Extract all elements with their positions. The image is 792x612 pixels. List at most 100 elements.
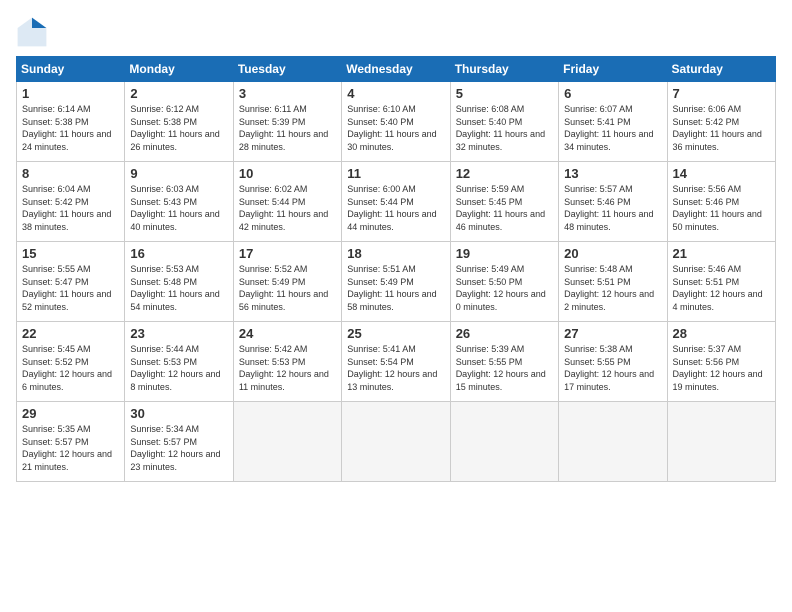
day-info: Sunrise: 6:04 AMSunset: 5:42 PMDaylight:… [22, 183, 119, 233]
calendar-week-1: 1 Sunrise: 6:14 AMSunset: 5:38 PMDaylight… [17, 82, 776, 162]
calendar-cell: 7Sunrise: 6:06 AMSunset: 5:42 PMDaylight… [667, 82, 775, 162]
day-number: 28 [673, 326, 770, 341]
weekday-header-sunday: Sunday [17, 57, 125, 82]
weekday-header-row: SundayMondayTuesdayWednesdayThursdayFrid… [17, 57, 776, 82]
day-number: 17 [239, 246, 336, 261]
day-info: Sunrise: 5:57 AMSunset: 5:46 PMDaylight:… [564, 183, 661, 233]
day-info: Sunrise: 5:39 AMSunset: 5:55 PMDaylight:… [456, 343, 553, 393]
day-number: 9 [130, 166, 227, 181]
calendar-week-4: 22 Sunrise: 5:45 AMSunset: 5:52 PMDayligh… [17, 322, 776, 402]
calendar-cell: 17 Sunrise: 5:52 AMSunset: 5:49 PMDayligh… [233, 242, 341, 322]
calendar-week-3: 15 Sunrise: 5:55 AMSunset: 5:47 PMDayligh… [17, 242, 776, 322]
calendar-cell: 9Sunrise: 6:03 AMSunset: 5:43 PMDaylight… [125, 162, 233, 242]
day-info: Sunrise: 5:56 AMSunset: 5:46 PMDaylight:… [673, 183, 770, 233]
calendar-cell: 22 Sunrise: 5:45 AMSunset: 5:52 PMDayligh… [17, 322, 125, 402]
calendar-cell: 6 Sunrise: 6:07 AMSunset: 5:41 PMDaylight… [559, 82, 667, 162]
day-number: 26 [456, 326, 553, 341]
day-number: 1 [22, 86, 119, 101]
calendar-cell [559, 402, 667, 482]
day-info: Sunrise: 5:45 AMSunset: 5:52 PMDaylight:… [22, 343, 119, 393]
day-info: Sunrise: 5:42 AMSunset: 5:53 PMDaylight:… [239, 343, 336, 393]
day-number: 6 [564, 86, 661, 101]
day-number: 5 [456, 86, 553, 101]
day-number: 29 [22, 406, 119, 421]
day-number: 20 [564, 246, 661, 261]
day-number: 11 [347, 166, 444, 181]
weekday-header-thursday: Thursday [450, 57, 558, 82]
day-number: 18 [347, 246, 444, 261]
calendar-cell: 29 Sunrise: 5:35 AMSunset: 5:57 PMDayligh… [17, 402, 125, 482]
day-info: Sunrise: 6:14 AMSunset: 5:38 PMDaylight:… [22, 103, 119, 153]
day-info: Sunrise: 5:52 AMSunset: 5:49 PMDaylight:… [239, 263, 336, 313]
calendar-cell: 19Sunrise: 5:49 AMSunset: 5:50 PMDayligh… [450, 242, 558, 322]
calendar-cell: 5 Sunrise: 6:08 AMSunset: 5:40 PMDaylight… [450, 82, 558, 162]
day-number: 7 [673, 86, 770, 101]
day-number: 12 [456, 166, 553, 181]
day-info: Sunrise: 5:59 AMSunset: 5:45 PMDaylight:… [456, 183, 553, 233]
day-number: 13 [564, 166, 661, 181]
calendar-cell: 23 Sunrise: 5:44 AMSunset: 5:53 PMDayligh… [125, 322, 233, 402]
day-info: Sunrise: 5:34 AMSunset: 5:57 PMDaylight:… [130, 423, 227, 473]
day-info: Sunrise: 5:48 AMSunset: 5:51 PMDaylight:… [564, 263, 661, 313]
calendar-cell: 10 Sunrise: 6:02 AMSunset: 5:44 PMDayligh… [233, 162, 341, 242]
day-number: 27 [564, 326, 661, 341]
calendar-week-5: 29 Sunrise: 5:35 AMSunset: 5:57 PMDayligh… [17, 402, 776, 482]
calendar-cell [342, 402, 450, 482]
calendar-cell: 27 Sunrise: 5:38 AMSunset: 5:55 PMDayligh… [559, 322, 667, 402]
day-number: 22 [22, 326, 119, 341]
logo-icon [16, 16, 48, 48]
day-info: Sunrise: 5:38 AMSunset: 5:55 PMDaylight:… [564, 343, 661, 393]
day-info: Sunrise: 5:53 AMSunset: 5:48 PMDaylight:… [130, 263, 227, 313]
day-number: 15 [22, 246, 119, 261]
day-info: Sunrise: 6:11 AMSunset: 5:39 PMDaylight:… [239, 103, 336, 153]
day-info: Sunrise: 6:02 AMSunset: 5:44 PMDaylight:… [239, 183, 336, 233]
calendar-cell: 20 Sunrise: 5:48 AMSunset: 5:51 PMDayligh… [559, 242, 667, 322]
day-number: 25 [347, 326, 444, 341]
calendar-cell: 21 Sunrise: 5:46 AMSunset: 5:51 PMDayligh… [667, 242, 775, 322]
day-info: Sunrise: 6:08 AMSunset: 5:40 PMDaylight:… [456, 103, 553, 153]
day-info: Sunrise: 5:41 AMSunset: 5:54 PMDaylight:… [347, 343, 444, 393]
calendar-cell: 30 Sunrise: 5:34 AMSunset: 5:57 PMDayligh… [125, 402, 233, 482]
calendar-cell: 11 Sunrise: 6:00 AMSunset: 5:44 PMDayligh… [342, 162, 450, 242]
calendar-cell: 12 Sunrise: 5:59 AMSunset: 5:45 PMDayligh… [450, 162, 558, 242]
calendar-week-2: 8 Sunrise: 6:04 AMSunset: 5:42 PMDaylight… [17, 162, 776, 242]
day-number: 24 [239, 326, 336, 341]
calendar-cell: 25 Sunrise: 5:41 AMSunset: 5:54 PMDayligh… [342, 322, 450, 402]
calendar-table: SundayMondayTuesdayWednesdayThursdayFrid… [16, 56, 776, 482]
calendar-cell: 3 Sunrise: 6:11 AMSunset: 5:39 PMDaylight… [233, 82, 341, 162]
calendar-cell: 8 Sunrise: 6:04 AMSunset: 5:42 PMDaylight… [17, 162, 125, 242]
day-number: 4 [347, 86, 444, 101]
day-info: Sunrise: 5:55 AMSunset: 5:47 PMDaylight:… [22, 263, 119, 313]
day-number: 19 [456, 246, 553, 261]
day-number: 16 [130, 246, 227, 261]
day-number: 21 [673, 246, 770, 261]
calendar-cell: 14Sunrise: 5:56 AMSunset: 5:46 PMDayligh… [667, 162, 775, 242]
calendar-cell: 28 Sunrise: 5:37 AMSunset: 5:56 PMDayligh… [667, 322, 775, 402]
calendar-cell: 1 Sunrise: 6:14 AMSunset: 5:38 PMDaylight… [17, 82, 125, 162]
logo [16, 16, 52, 48]
day-info: Sunrise: 6:12 AMSunset: 5:38 PMDaylight:… [130, 103, 227, 153]
weekday-header-wednesday: Wednesday [342, 57, 450, 82]
weekday-header-friday: Friday [559, 57, 667, 82]
day-info: Sunrise: 5:37 AMSunset: 5:56 PMDaylight:… [673, 343, 770, 393]
calendar-cell: 4Sunrise: 6:10 AMSunset: 5:40 PMDaylight… [342, 82, 450, 162]
day-info: Sunrise: 5:46 AMSunset: 5:51 PMDaylight:… [673, 263, 770, 313]
calendar-cell [667, 402, 775, 482]
weekday-header-saturday: Saturday [667, 57, 775, 82]
day-number: 3 [239, 86, 336, 101]
calendar-cell: 2 Sunrise: 6:12 AMSunset: 5:38 PMDaylight… [125, 82, 233, 162]
day-info: Sunrise: 6:00 AMSunset: 5:44 PMDaylight:… [347, 183, 444, 233]
weekday-header-monday: Monday [125, 57, 233, 82]
day-info: Sunrise: 5:44 AMSunset: 5:53 PMDaylight:… [130, 343, 227, 393]
day-number: 30 [130, 406, 227, 421]
day-number: 8 [22, 166, 119, 181]
calendar-cell: 24 Sunrise: 5:42 AMSunset: 5:53 PMDayligh… [233, 322, 341, 402]
day-info: Sunrise: 5:51 AMSunset: 5:49 PMDaylight:… [347, 263, 444, 313]
day-number: 2 [130, 86, 227, 101]
day-number: 10 [239, 166, 336, 181]
day-number: 23 [130, 326, 227, 341]
day-info: Sunrise: 5:35 AMSunset: 5:57 PMDaylight:… [22, 423, 119, 473]
calendar-cell [233, 402, 341, 482]
calendar-cell: 15 Sunrise: 5:55 AMSunset: 5:47 PMDayligh… [17, 242, 125, 322]
day-info: Sunrise: 6:07 AMSunset: 5:41 PMDaylight:… [564, 103, 661, 153]
